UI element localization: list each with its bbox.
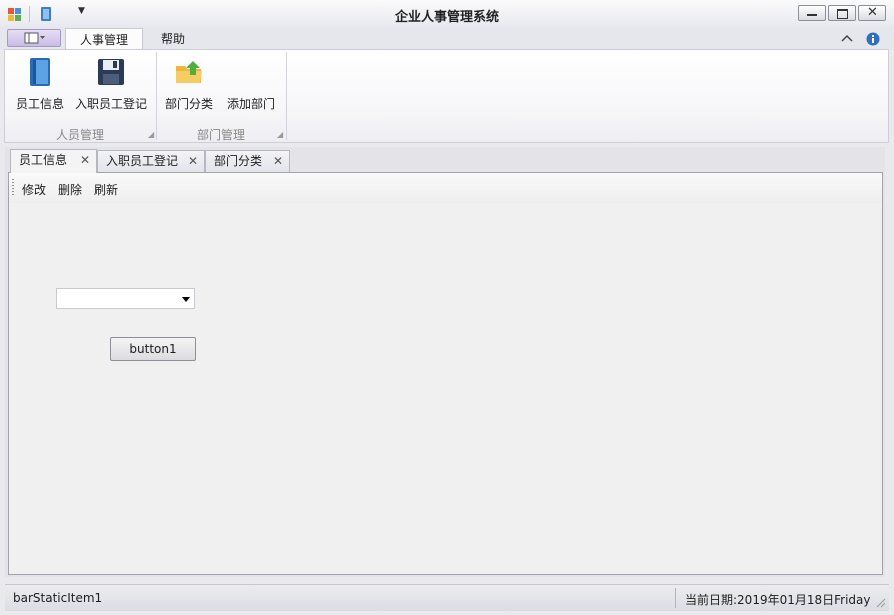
add-department-label: 添加部门 — [226, 97, 275, 111]
group-caption-personnel: 人员管理 — [55, 128, 104, 142]
close-icon: ✕ — [867, 5, 878, 20]
maximize-button[interactable] — [828, 5, 856, 21]
window-title: 企业人事管理系统 — [394, 10, 499, 25]
ribbon-panel: 员工信息 入职员工登记 人员管理 ◢ 部门分类 添加部门 部门管理 ◢ — [4, 49, 889, 143]
close-button[interactable]: ✕ — [858, 5, 886, 21]
application-menu-button[interactable] — [7, 29, 61, 47]
department-category-button[interactable]: 部门分类 — [161, 55, 217, 117]
status-current-date: 当前日期:2019年01月18日Friday — [685, 593, 871, 607]
doc-tab-label: 入职员工登记 — [106, 154, 179, 168]
group-launcher-icon[interactable]: ◢ — [148, 131, 154, 139]
combo-box[interactable] — [56, 288, 195, 309]
employee-info-panel: 修改 删除 刷新 button1 — [8, 172, 883, 575]
employee-info-button[interactable]: 员工信息 — [9, 55, 71, 117]
collapse-ribbon-icon[interactable] — [840, 32, 854, 46]
refresh-button[interactable]: 刷新 — [94, 181, 118, 198]
delete-button[interactable]: 删除 — [58, 181, 82, 198]
department-category-label: 部门分类 — [164, 97, 213, 111]
button1[interactable]: button1 — [110, 337, 196, 361]
doc-tab-new-employee[interactable]: 入职员工登记 ✕ — [97, 150, 205, 172]
dropdown-arrow-icon[interactable] — [182, 297, 190, 302]
floppy-disk-icon — [98, 59, 124, 85]
doc-tab-employee-info[interactable]: 员工信息 ✕ — [10, 149, 97, 173]
resize-grip-icon[interactable] — [875, 597, 886, 608]
new-employee-register-label: 入职员工登记 — [74, 97, 147, 111]
employee-info-label: 员工信息 — [15, 97, 64, 111]
group-caption-department: 部门管理 — [196, 128, 245, 142]
minimize-icon — [807, 14, 817, 16]
minimize-button[interactable] — [798, 5, 826, 21]
new-employee-register-button[interactable]: 入职员工登记 — [73, 55, 149, 117]
folder-up-icon — [176, 61, 202, 83]
title-bar: ▼ 企业人事管理系统 ✕ — [0, 0, 894, 29]
edit-button[interactable]: 修改 — [22, 181, 46, 198]
toolbar-grip[interactable] — [12, 179, 14, 197]
doc-tab-label: 部门分类 — [214, 154, 263, 168]
content-toolbar: 修改 删除 刷新 — [9, 173, 882, 203]
info-icon[interactable] — [866, 32, 880, 46]
app-menu-icon — [24, 32, 45, 44]
close-tab-icon[interactable]: ✕ — [188, 151, 198, 171]
status-bar: barStaticItem1 当前日期:2019年01月18日Friday — [5, 584, 889, 611]
status-divider — [675, 588, 676, 608]
group-separator — [156, 52, 157, 140]
group-separator — [286, 52, 287, 140]
close-tab-icon[interactable]: ✕ — [80, 150, 90, 170]
status-static-item: barStaticItem1 — [13, 591, 103, 605]
tab-help[interactable]: 帮助 — [150, 28, 196, 50]
ribbon-tab-strip: 人事管理 帮助 — [0, 28, 894, 50]
doc-tab-label: 员工信息 — [19, 153, 68, 167]
group-launcher-icon[interactable]: ◢ — [277, 131, 283, 139]
doc-tab-department-category[interactable]: 部门分类 ✕ — [205, 150, 290, 172]
close-tab-icon[interactable]: ✕ — [273, 151, 283, 171]
document-area: 员工信息 ✕ 入职员工登记 ✕ 部门分类 ✕ 修改 删除 刷新 button1 — [5, 147, 885, 577]
tab-personnel[interactable]: 人事管理 — [65, 28, 143, 50]
maximize-icon — [837, 9, 848, 19]
book-icon — [30, 58, 50, 86]
add-department-button[interactable]: 添加部门 — [223, 55, 279, 117]
